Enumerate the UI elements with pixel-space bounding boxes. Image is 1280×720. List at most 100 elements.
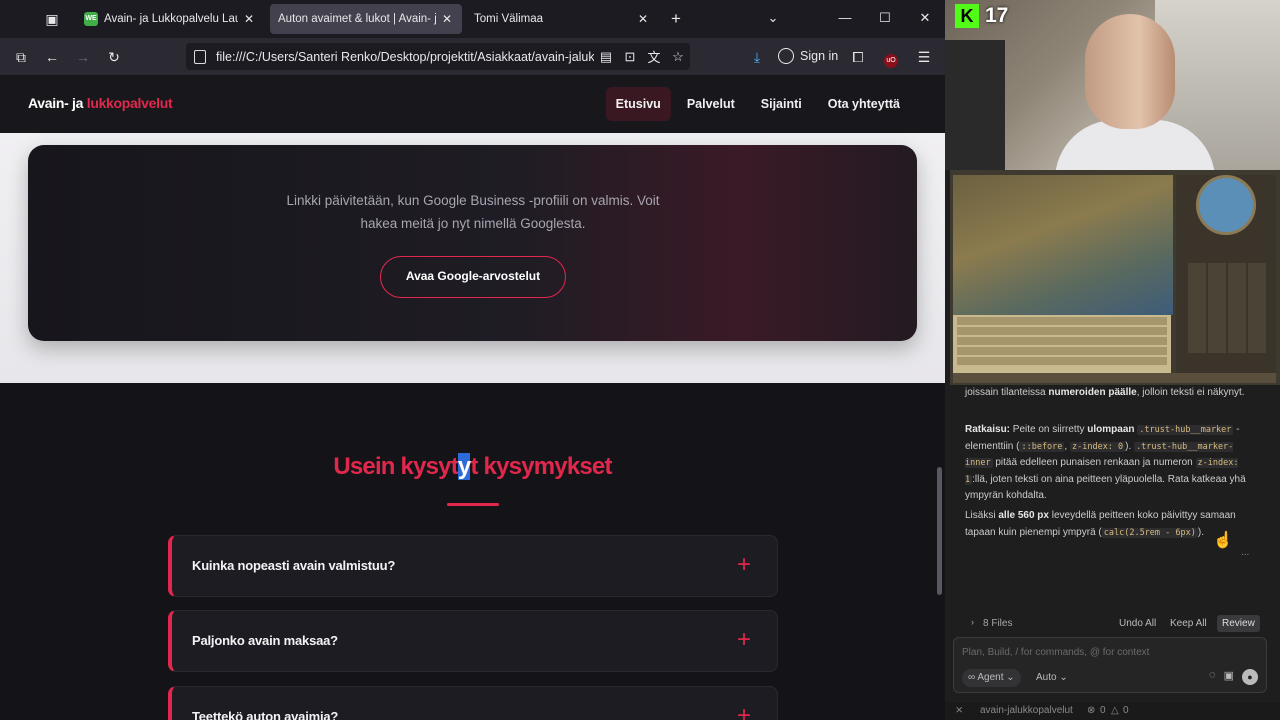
chat-paragraph: Ratkaisu: Peite on siirretty ulompaan .t…: [965, 422, 1260, 505]
brand-prefix: Avain- ja: [28, 95, 87, 111]
save-page-icon[interactable]: ⊡: [618, 49, 642, 65]
back-icon[interactable]: ←: [42, 47, 62, 67]
remote-icon[interactable]: ⨯: [955, 705, 963, 716]
agent-mode-select[interactable]: ∞ Agent ⌄: [962, 669, 1021, 687]
sign-in-label: Sign in: [800, 49, 839, 63]
browser-window: ▣ WE Avain- ja Lukkopalvelu Laune O ✕ Au…: [0, 0, 945, 720]
url-text[interactable]: file:///C:/Users/Santeri Renko/Desktop/p…: [216, 50, 594, 64]
nav-item-ota-yhteytta[interactable]: Ota yhteyttä: [818, 87, 910, 121]
chat-line: [957, 327, 1167, 335]
open-google-reviews-button[interactable]: Avaa Google-arvostelut: [380, 256, 566, 298]
tab-list-chevron-icon[interactable]: ⌄: [763, 8, 783, 28]
chat-bold: ulompaan: [1087, 424, 1135, 435]
review-button[interactable]: Review: [1217, 615, 1260, 632]
tab-favicon: WE: [84, 12, 98, 26]
chat-text: , jolloin teksti ei näkynyt.: [1136, 387, 1245, 398]
warning-count[interactable]: 0: [1123, 705, 1129, 716]
nav-item-sijainti[interactable]: Sijainti: [751, 87, 812, 121]
game-tab-bar: [953, 373, 1276, 383]
status-project[interactable]: avain-jalukkopalvelut: [980, 705, 1073, 716]
site-logo[interactable]: Avain- ja lukkopalvelut: [28, 95, 173, 111]
chat-line: [957, 357, 1167, 365]
more-ellipsis[interactable]: ...: [1241, 547, 1249, 558]
reader-view-icon[interactable]: ▤: [594, 49, 618, 65]
kick-logo-icon: K: [955, 4, 979, 28]
model-select[interactable]: Auto ⌄: [1036, 669, 1068, 687]
game-window: [950, 170, 1280, 385]
tab-3[interactable]: Tomi Välimaa ✕: [466, 4, 658, 34]
forward-icon[interactable]: →: [73, 47, 93, 67]
google-reviews-section: Linkki päivitetään, kun Google Business …: [0, 133, 945, 383]
chat-text: ).: [1197, 526, 1204, 538]
viewer-count: 17: [985, 4, 1009, 27]
microphone-icon[interactable]: ●: [1242, 669, 1258, 685]
account-icon: [778, 48, 794, 64]
page-icon: [194, 49, 206, 64]
close-window-icon[interactable]: ✕: [915, 8, 935, 28]
minimize-icon[interactable]: —: [835, 8, 855, 28]
expand-plus-icon[interactable]: +: [737, 626, 751, 654]
heading-underline: [447, 503, 499, 506]
faq-heading-part: Usein kysyt: [333, 453, 458, 480]
tab-1[interactable]: WE Avain- ja Lukkopalvelu Laune O ✕: [76, 4, 264, 34]
page-scrollbar[interactable]: [937, 467, 942, 595]
game-inventory: [1188, 263, 1268, 353]
error-count[interactable]: 0: [1100, 705, 1106, 716]
downloads-icon[interactable]: ⤓: [747, 47, 767, 67]
text-selection: y: [457, 453, 471, 480]
game-chatbox: [953, 315, 1171, 373]
status-bar: ⨯ avain-jalukkopalvelut ⊗ 0 △ 0: [945, 702, 1280, 720]
maximize-icon[interactable]: ☐: [875, 8, 895, 28]
faq-item[interactable]: Paljonko avain maksaa? +: [168, 610, 778, 672]
errors-icon[interactable]: ⊗: [1087, 705, 1095, 716]
input-actions: ◌ ▣ ●: [1209, 669, 1258, 685]
undo-all-button[interactable]: Undo All: [1119, 618, 1156, 629]
chat-bold: numeroiden päälle: [1048, 387, 1137, 398]
nav-item-etusivu[interactable]: Etusivu: [605, 87, 671, 121]
faq-heading-part: t kysymykset: [470, 453, 612, 480]
new-tab-icon[interactable]: +: [666, 9, 686, 29]
chat-line: [957, 347, 1167, 355]
reload-icon[interactable]: ↻: [104, 47, 124, 67]
chat-line: [957, 337, 1167, 345]
model-label: Auto: [1036, 672, 1057, 683]
close-tab-icon[interactable]: ✕: [440, 12, 454, 26]
tab-overview-icon[interactable]: ▣: [42, 9, 62, 29]
extensions-icon[interactable]: ⧠: [848, 47, 868, 67]
close-tab-icon[interactable]: ✕: [636, 12, 650, 26]
chat-text: :llä, joten teksti on aina peitteen yläp…: [965, 473, 1246, 502]
close-tab-icon[interactable]: ✕: [242, 12, 256, 26]
game-viewport: [953, 175, 1173, 315]
chat-text: joissain tilanteissa: [965, 387, 1049, 398]
chat-line: [957, 317, 1167, 325]
files-count[interactable]: 8 Files: [983, 618, 1012, 629]
image-attach-icon[interactable]: ▣: [1224, 669, 1234, 685]
tab-2-active[interactable]: Auton avaimet & lukot | Avain- ja lu ✕: [270, 4, 462, 34]
changed-files-bar: › 8 Files Undo All Keep All Review: [945, 615, 1280, 635]
faq-question: Paljonko avain maksaa?: [192, 633, 338, 648]
sign-in-button[interactable]: Sign in: [778, 44, 838, 68]
ublock-icon[interactable]: uO: [881, 47, 901, 68]
site-header: Avain- ja lukkopalvelut Etusivu Palvelut…: [0, 75, 945, 133]
menu-icon[interactable]: ☰: [914, 47, 934, 67]
keep-all-button[interactable]: Keep All: [1170, 618, 1207, 629]
expand-plus-icon[interactable]: +: [737, 551, 751, 579]
address-bar[interactable]: file:///C:/Users/Santeri Renko/Desktop/p…: [186, 43, 690, 70]
expand-plus-icon[interactable]: +: [737, 702, 751, 720]
nav-item-palvelut[interactable]: Palvelut: [677, 87, 745, 121]
faq-question: Kuinka nopeasti avain valmistuu?: [192, 558, 396, 573]
chat-input[interactable]: Plan, Build, / for commands, @ for conte…: [953, 637, 1267, 693]
sidebar-toggle-icon[interactable]: ⧉: [11, 47, 31, 67]
warnings-icon[interactable]: △: [1111, 705, 1119, 716]
bookmark-star-icon[interactable]: ☆: [666, 49, 690, 65]
faq-item[interactable]: Kuinka nopeasti avain valmistuu? +: [168, 535, 778, 597]
viewer-badge: K 17: [955, 4, 1008, 28]
tab-title: Tomi Välimaa: [474, 13, 544, 25]
game-minimap: [1196, 175, 1256, 235]
chat-paragraph: joissain tilanteissa numeroiden päälle, …: [965, 385, 1260, 402]
chevron-right-icon[interactable]: ›: [971, 617, 974, 627]
faq-item[interactable]: Teettekö auton avaimia? +: [168, 686, 778, 720]
translate-icon[interactable]: 文: [642, 47, 666, 66]
webcam-background-chair: [945, 40, 1005, 170]
right-panel: K 17 joissain tilanteissa numeroiden pää…: [945, 0, 1280, 720]
